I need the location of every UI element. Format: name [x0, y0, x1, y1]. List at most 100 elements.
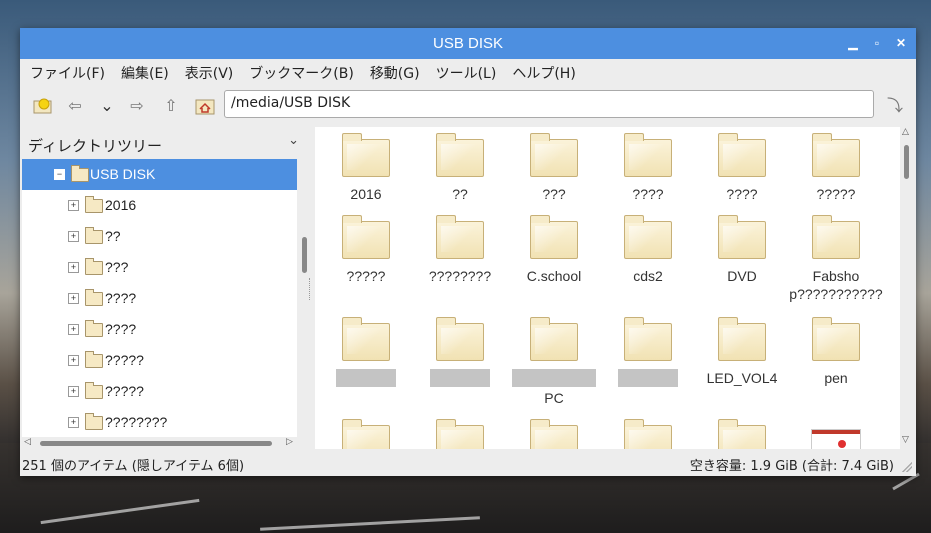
file-item[interactable]: ???: [507, 133, 601, 203]
file-item[interactable]: [413, 419, 507, 449]
file-name: ????????: [428, 268, 492, 284]
tree-item[interactable]: + ????: [22, 283, 297, 314]
expand-icon[interactable]: +: [68, 324, 79, 335]
file-item[interactable]: C.school: [507, 215, 601, 285]
minimize-icon[interactable]: ▁: [844, 34, 862, 52]
expand-icon[interactable]: +: [68, 355, 79, 366]
sidebar-horizontal-scrollbar[interactable]: ◁ ▷: [22, 437, 297, 449]
folder-icon: [624, 215, 672, 259]
menu-help[interactable]: ヘルプ(H): [512, 63, 575, 83]
expand-icon[interactable]: +: [68, 200, 79, 211]
folder-icon: [718, 419, 766, 449]
folder-icon: [718, 133, 766, 177]
file-item[interactable]: ??: [413, 133, 507, 203]
file-item[interactable]: [319, 317, 413, 387]
folder-icon: [436, 215, 484, 259]
status-bar: 251 個のアイテム (隠しアイテム 6個) 空き容量: 1.9 GiB (合計…: [20, 451, 916, 476]
folder-icon: [530, 317, 578, 361]
pane-splitter[interactable]: [309, 278, 313, 300]
collapse-icon[interactable]: −: [54, 169, 65, 180]
directory-tree: − USB DISK + 2016 + ?? + ??? + ???? + ??…: [22, 159, 297, 437]
file-item[interactable]: cds2: [601, 215, 695, 285]
menu-view[interactable]: 表示(V): [185, 63, 234, 83]
file-item[interactable]: ?????: [319, 215, 413, 285]
file-item[interactable]: [319, 419, 413, 449]
file-item[interactable]: LED_VOL4: [695, 317, 789, 387]
history-dropdown-icon[interactable]: ⌄: [96, 95, 118, 117]
folder-icon: [812, 215, 860, 259]
scroll-down-icon[interactable]: ▽: [902, 435, 909, 445]
file-item[interactable]: 2016: [319, 133, 413, 203]
maximize-icon[interactable]: ▫: [868, 34, 886, 52]
tree-item-label: 2016: [105, 197, 137, 213]
forward-icon[interactable]: ⇨: [126, 95, 148, 117]
scrollbar-thumb[interactable]: [302, 237, 307, 273]
file-item[interactable]: Fabshop???????????: [789, 215, 883, 303]
main-vertical-scrollbar[interactable]: △ ▽: [900, 127, 913, 449]
expand-icon[interactable]: +: [68, 386, 79, 397]
tree-item-label: ???: [105, 259, 129, 275]
scrollbar-thumb[interactable]: [40, 441, 272, 446]
item-count: 251 個のアイテム (隠しアイテム 6個): [22, 459, 245, 474]
back-icon[interactable]: ⇦: [64, 95, 86, 117]
go-icon[interactable]: ⤵: [884, 95, 906, 117]
disk-space: 空き容量: 1.9 GiB (合計: 7.4 GiB): [689, 459, 894, 474]
expand-icon[interactable]: +: [68, 417, 79, 428]
menu-edit[interactable]: 編集(E): [121, 63, 169, 83]
menu-go[interactable]: 移動(G): [370, 63, 420, 83]
resize-grip-icon[interactable]: [902, 462, 912, 472]
redacted-name: [618, 369, 678, 387]
tree-item[interactable]: + 2016: [22, 190, 297, 221]
file-item[interactable]: DVD: [695, 215, 789, 285]
menu-bar: ファイル(F) 編集(E) 表示(V) ブックマーク(B) 移動(G) ツール(…: [20, 59, 916, 87]
tree-item[interactable]: + ?????: [22, 376, 297, 407]
file-item[interactable]: [507, 419, 601, 449]
file-item[interactable]: pen: [789, 317, 883, 387]
tree-item[interactable]: + ????: [22, 314, 297, 345]
folder-icon: [812, 317, 860, 361]
tree-item[interactable]: + ?????: [22, 345, 297, 376]
tree-item[interactable]: + ???: [22, 252, 297, 283]
folder-icon: [85, 351, 103, 368]
home-icon[interactable]: [194, 95, 216, 117]
folder-icon: [436, 317, 484, 361]
folder-icon: [342, 133, 390, 177]
title-bar[interactable]: USB DISK ▁ ▫ ✕: [20, 28, 916, 59]
expand-icon[interactable]: +: [68, 231, 79, 242]
redacted-name: [430, 369, 490, 387]
file-item[interactable]: [601, 317, 695, 387]
close-icon[interactable]: ✕: [892, 34, 910, 52]
scrollbar-thumb[interactable]: [904, 145, 909, 179]
expand-icon[interactable]: +: [68, 262, 79, 273]
file-item[interactable]: ????????: [413, 215, 507, 285]
sidebar-vertical-scrollbar[interactable]: [299, 159, 309, 437]
up-icon[interactable]: ⇧: [160, 95, 182, 117]
tree-item[interactable]: + ????????: [22, 407, 297, 437]
scroll-left-icon[interactable]: ◁: [24, 437, 31, 447]
tree-item[interactable]: + ??: [22, 221, 297, 252]
file-item[interactable]: [695, 419, 789, 449]
chevron-down-icon[interactable]: ⌄: [288, 133, 299, 148]
scroll-up-icon[interactable]: △: [902, 127, 909, 137]
new-tab-icon[interactable]: [32, 95, 54, 117]
file-item[interactable]: [413, 317, 507, 387]
folder-icon: [85, 382, 103, 399]
file-item[interactable]: ?????: [789, 133, 883, 203]
menu-tools[interactable]: ツール(L): [436, 63, 497, 83]
folder-icon: [624, 133, 672, 177]
tree-item-label: ????: [105, 290, 137, 306]
tree-item-label: ????: [105, 321, 137, 337]
file-item[interactable]: [789, 429, 883, 449]
file-item[interactable]: [601, 419, 695, 449]
sidebar-mode-selector[interactable]: ディレクトリツリー ⌄: [22, 127, 307, 159]
path-input[interactable]: /media/USB DISK: [224, 90, 874, 118]
scroll-right-icon[interactable]: ▷: [286, 437, 293, 447]
tree-item-usb-disk[interactable]: − USB DISK: [22, 159, 297, 190]
menu-bookmarks[interactable]: ブックマーク(B): [249, 63, 354, 83]
file-item[interactable]: ????: [695, 133, 789, 203]
file-item[interactable]: ????: [601, 133, 695, 203]
expand-icon[interactable]: +: [68, 293, 79, 304]
file-name: ??: [452, 186, 468, 202]
file-item[interactable]: PC: [507, 317, 601, 407]
menu-file[interactable]: ファイル(F): [30, 63, 105, 83]
